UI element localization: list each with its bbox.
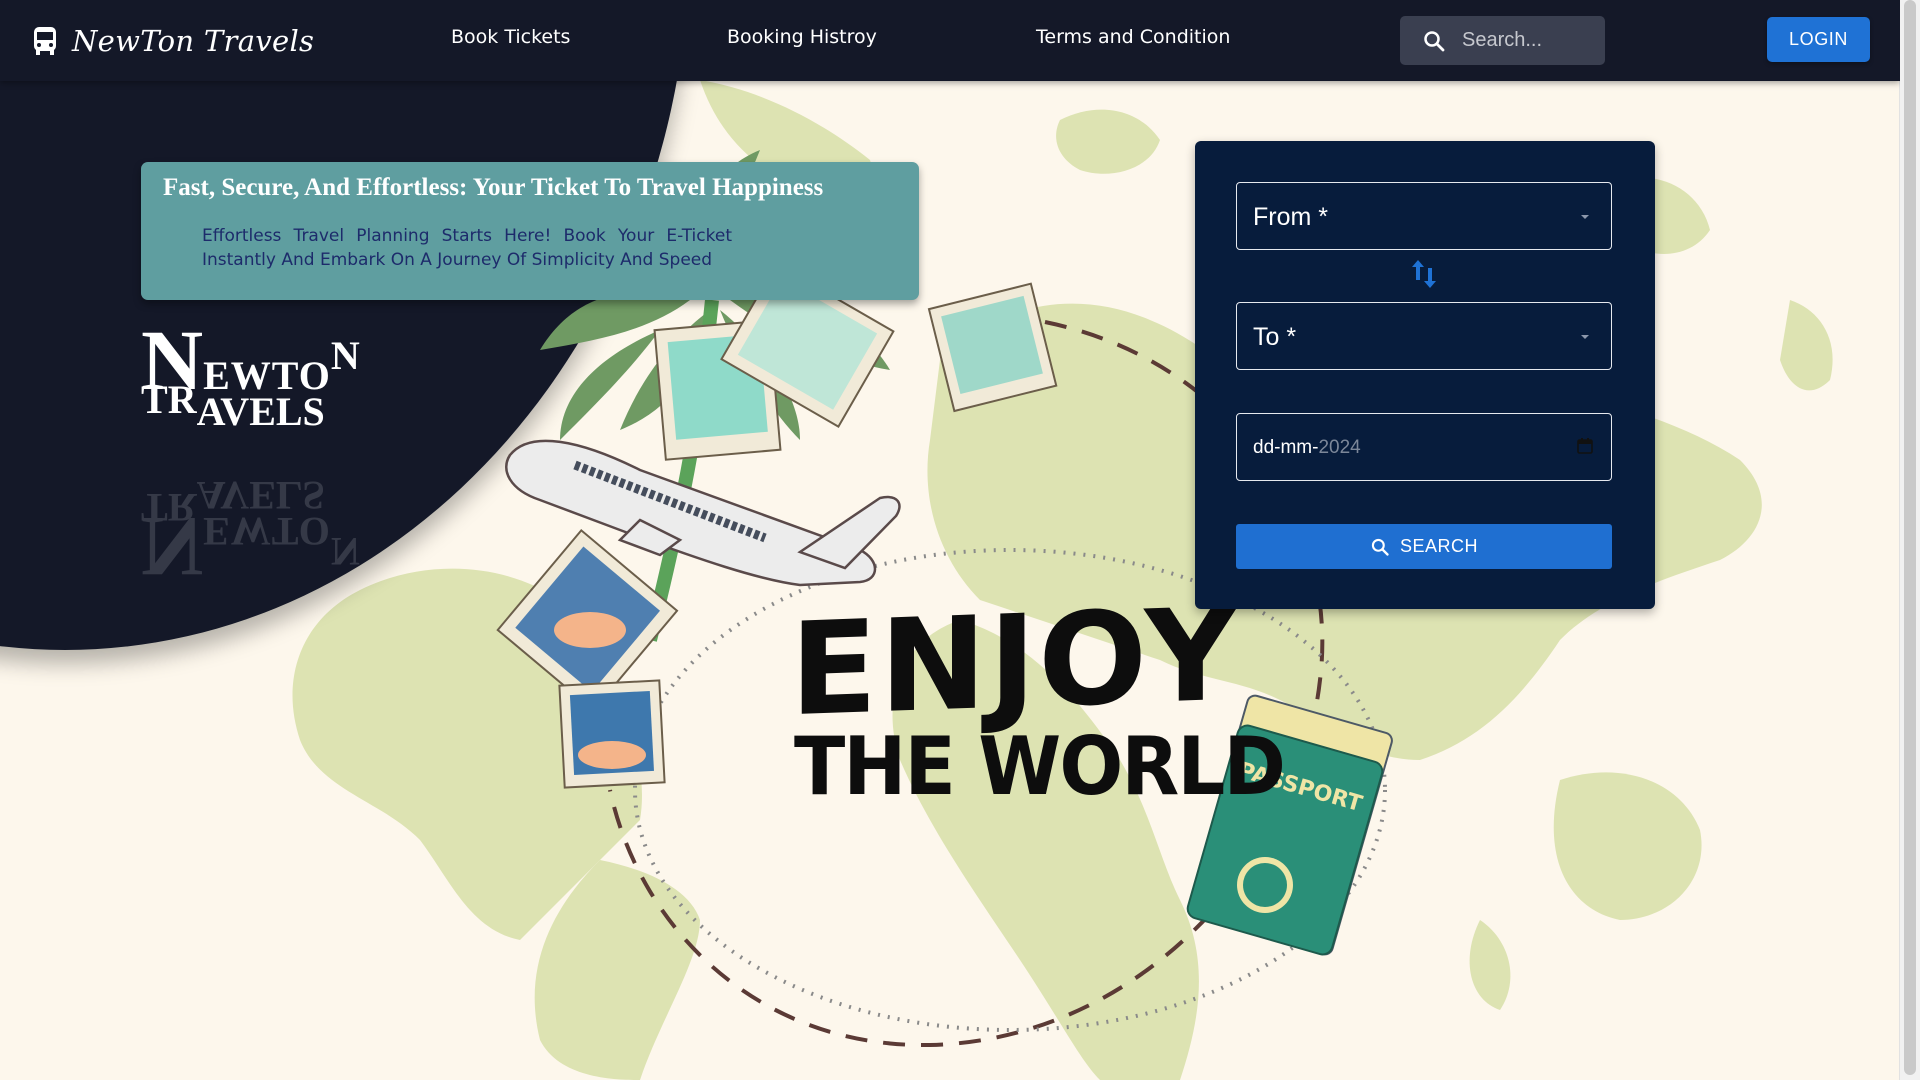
- calendar-icon[interactable]: [1577, 438, 1593, 454]
- search-icon: [1424, 30, 1445, 51]
- page: PASSPORT ENJOY THE WORLD Fast, Secure, A…: [0, 0, 1900, 1080]
- date-input[interactable]: dd-mm-2024: [1236, 413, 1612, 481]
- from-label: From *: [1253, 203, 1328, 231]
- search-input[interactable]: [1460, 28, 1594, 53]
- to-select[interactable]: To *: [1236, 302, 1612, 370]
- to-dropdown-arrow-icon: [1581, 335, 1589, 339]
- reflection-letters-avels: AVELS: [196, 473, 325, 518]
- login-button[interactable]: LOGIN: [1767, 17, 1870, 62]
- logo-reflection: NEWTON TRAVELS: [141, 462, 360, 595]
- nav-book-tickets[interactable]: Book Tickets: [451, 26, 570, 48]
- date-prefix: dd-mm-: [1253, 437, 1319, 458]
- logo-letters-avels: AVELS: [196, 389, 325, 434]
- enjoy-text: ENJOY: [790, 580, 1240, 746]
- tagline-title: Fast, Secure, And Effortless: Your Ticke…: [163, 174, 824, 201]
- reflection-letter-t: T: [141, 485, 168, 530]
- logo-letter-n-end: N: [330, 333, 360, 378]
- newton-travels-logo: NEWTON TRAVELS: [141, 317, 360, 445]
- logo-letter-r: R: [167, 377, 197, 422]
- the-world-text: THE WORLD: [794, 720, 1286, 813]
- booking-panel: From * To * dd-mm-2024 SEARCH: [1195, 141, 1655, 609]
- navbar-search: [1400, 16, 1605, 65]
- tagline-description: Effortless Travel Planning Starts Here! …: [202, 226, 732, 270]
- nav-booking-history[interactable]: Booking Histroy: [727, 26, 877, 48]
- tagline-card: Fast, Secure, And Effortless: Your Ticke…: [141, 162, 919, 300]
- from-select[interactable]: From *: [1236, 182, 1612, 250]
- page-scrollbar[interactable]: [1899, 0, 1920, 1080]
- search-icon: [1371, 538, 1389, 556]
- reflection-letter-r: R: [167, 485, 197, 530]
- search-button-label: SEARCH: [1399, 536, 1478, 556]
- top-navbar: NewTon Travels Book Tickets Booking Hist…: [0, 0, 1900, 81]
- enjoy-the-world-heading: ENJOY THE WORLD: [790, 580, 1315, 813]
- date-year: 2024: [1318, 437, 1361, 458]
- to-label: To *: [1253, 323, 1297, 351]
- brand-name: NewTon Travels: [72, 24, 315, 58]
- swap-direction-icon[interactable]: [1411, 256, 1437, 292]
- date-value: dd-mm-2024: [1253, 437, 1361, 459]
- brand[interactable]: NewTon Travels: [32, 20, 314, 62]
- logo-letter-t: T: [141, 377, 168, 422]
- search-button[interactable]: SEARCH: [1236, 524, 1612, 569]
- nav-terms-and-condition[interactable]: Terms and Condition: [1036, 26, 1230, 48]
- reflection-letter-n-end: N: [330, 529, 360, 574]
- from-dropdown-arrow-icon: [1581, 215, 1589, 219]
- scrollbar-thumb[interactable]: [1904, 0, 1916, 1075]
- bus-icon: [34, 27, 56, 55]
